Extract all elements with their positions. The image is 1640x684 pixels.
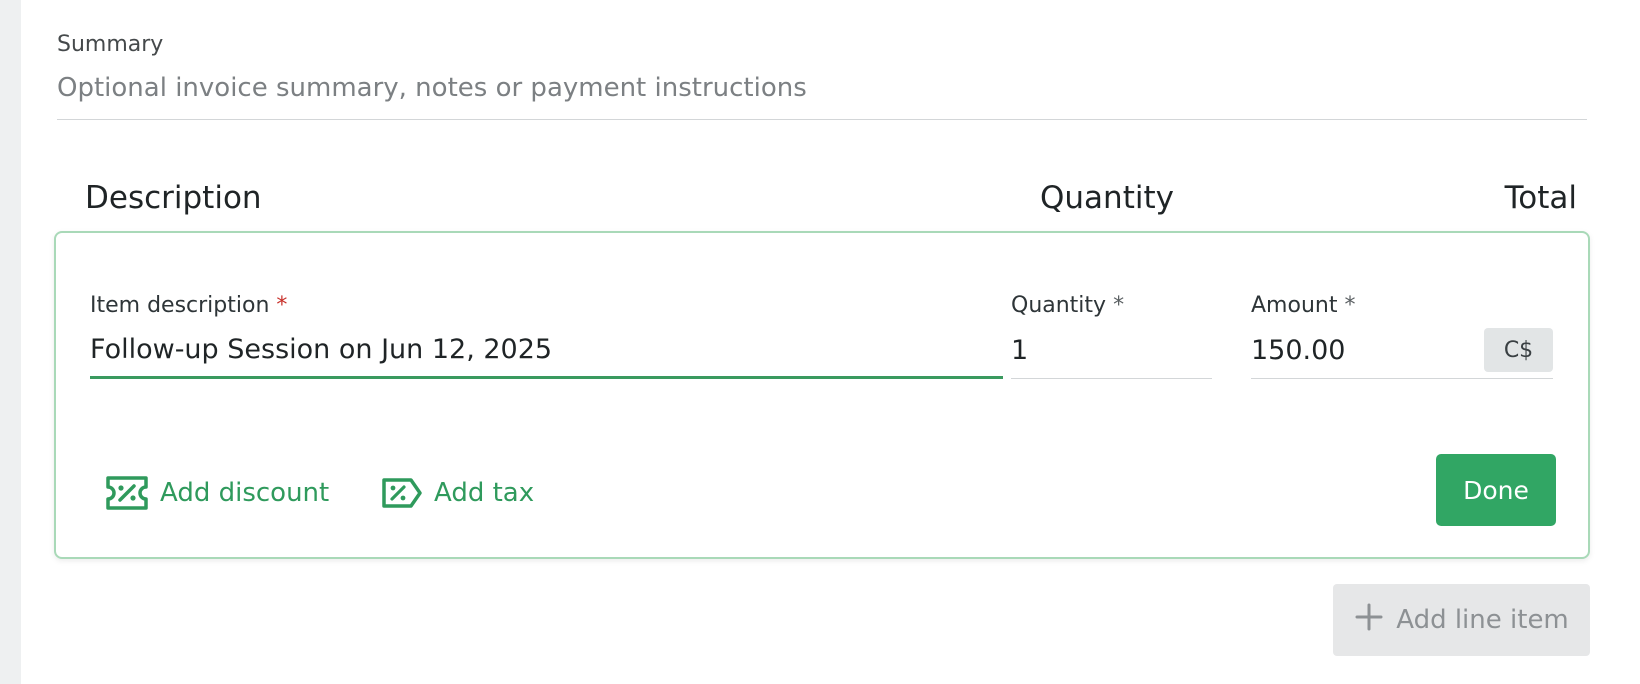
column-header-total: Total: [1504, 180, 1577, 216]
add-discount-button[interactable]: Add discount: [106, 471, 329, 515]
add-tax-label: Add tax: [434, 478, 535, 508]
invoice-form-card: Summary Description Quantity Total Item …: [21, 0, 1640, 684]
add-line-item-button[interactable]: Add line item: [1333, 584, 1590, 656]
discount-tag-icon: [106, 476, 148, 510]
add-line-item-label: Add line item: [1396, 605, 1569, 635]
amount-label-text: Amount: [1251, 293, 1338, 318]
required-mark: *: [1344, 293, 1356, 318]
summary-input[interactable]: [57, 70, 1587, 120]
item-description-label: Item description *: [90, 293, 287, 318]
item-description-input[interactable]: [90, 333, 1003, 379]
item-description-label-text: Item description: [90, 293, 270, 318]
required-mark: *: [1113, 293, 1125, 318]
quantity-label-text: Quantity: [1011, 293, 1107, 318]
currency-badge: C$: [1484, 328, 1553, 372]
tax-tag-icon: [382, 478, 422, 508]
plus-icon: [1354, 602, 1384, 639]
required-mark: *: [276, 293, 288, 318]
summary-label: Summary: [57, 32, 164, 57]
quantity-label: Quantity *: [1011, 293, 1124, 318]
add-tax-button[interactable]: Add tax: [382, 471, 534, 515]
amount-label: Amount *: [1251, 293, 1355, 318]
quantity-input[interactable]: [1011, 333, 1212, 379]
line-item-editor: Item description * Quantity * Amount * C…: [54, 231, 1590, 559]
add-discount-label: Add discount: [160, 478, 330, 508]
column-header-quantity: Quantity: [1040, 180, 1174, 216]
column-header-description: Description: [85, 180, 262, 216]
done-button[interactable]: Done: [1436, 454, 1556, 526]
